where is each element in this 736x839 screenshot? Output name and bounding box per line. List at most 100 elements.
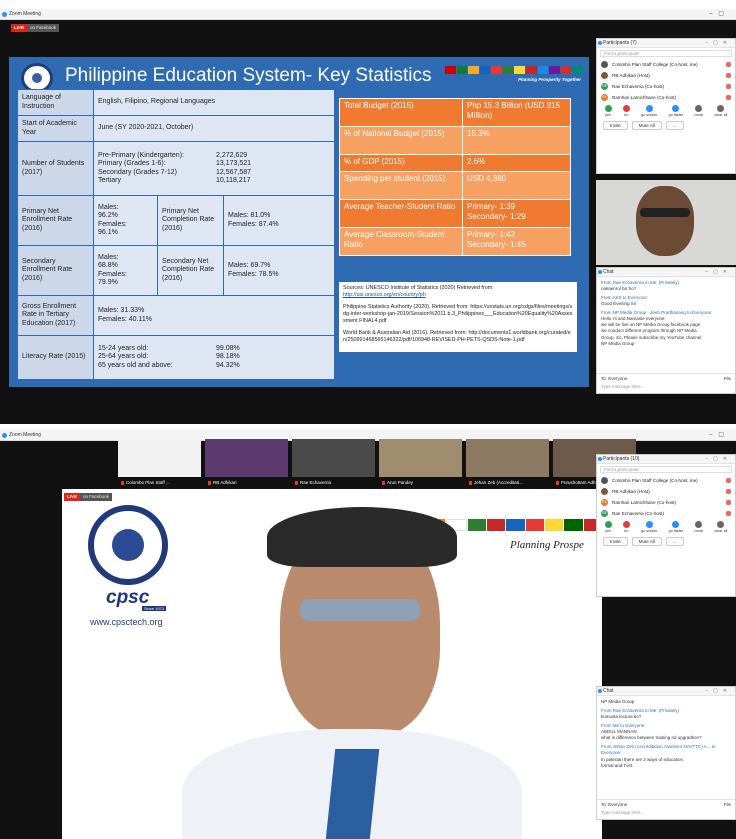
live-badge[interactable]: LIVE on Facebook bbox=[11, 24, 60, 32]
nonverbal-yes-button[interactable]: yes bbox=[604, 521, 612, 533]
participant-row[interactable]: RE Rae Echaverria (Co-host) bbox=[597, 508, 735, 519]
nonverbal-more-button[interactable]: more bbox=[694, 105, 703, 117]
source-text: Sources: UNESCO Institute of Statistics … bbox=[343, 285, 494, 291]
budget-label: Average Classroom-Student Ratio bbox=[339, 227, 463, 256]
control-label: no bbox=[624, 113, 629, 117]
live-target: on Facebook bbox=[80, 493, 113, 501]
panel-window-controls[interactable]: –▢✕ bbox=[705, 687, 732, 696]
speaker-video-tile[interactable] bbox=[596, 180, 736, 265]
participant-video-thumbnail[interactable] bbox=[466, 439, 549, 477]
more-button[interactable]: ... bbox=[665, 537, 684, 546]
level-value: 2,272,629 bbox=[216, 151, 248, 159]
nonverbal-yes-button[interactable]: yes bbox=[604, 105, 612, 117]
feedback-icon bbox=[695, 521, 703, 528]
chat-text: kumusta lecture ko? bbox=[601, 714, 642, 720]
mute-all-button[interactable]: Mute All bbox=[631, 121, 662, 130]
mic-muted-icon[interactable] bbox=[726, 478, 731, 483]
participant-video-thumbnail[interactable] bbox=[292, 439, 375, 477]
panel-window-controls[interactable]: –▢✕ bbox=[705, 455, 732, 464]
nonverbal-go-faster-button[interactable]: go faster bbox=[668, 521, 683, 533]
nonverbal-go-slower-button[interactable]: go slower bbox=[641, 105, 657, 117]
chat-recipient-select[interactable]: To: Everyone bbox=[601, 802, 627, 807]
source-link[interactable]: http://uis.unesco.org/en/country/ph bbox=[343, 292, 426, 298]
feedback-icon bbox=[645, 105, 653, 112]
mic-muted-icon bbox=[295, 480, 298, 485]
participant-row[interactable]: RB Adhikari (Host) bbox=[597, 70, 735, 81]
stat-label: Primary Net Enrollment Rate (2016) bbox=[17, 195, 94, 246]
nonverbal-clear-all-button[interactable]: clear all bbox=[714, 105, 727, 117]
source-text: Philippine Statistics Authority (2020). … bbox=[343, 304, 573, 325]
mic-muted-icon[interactable] bbox=[726, 73, 731, 78]
control-label: go faster bbox=[668, 529, 684, 533]
avatar bbox=[601, 61, 608, 68]
level-label: Pre-Primary (Kindergarten): bbox=[98, 151, 184, 159]
participant-video-thumbnail[interactable] bbox=[379, 439, 462, 477]
nonverbal-clear-all-button[interactable]: clear all bbox=[714, 521, 727, 533]
zoom-logo-icon bbox=[2, 433, 7, 438]
slide-tagline: Planning Prosperity Together bbox=[518, 77, 581, 82]
window-controls[interactable]: –▢ bbox=[709, 9, 730, 20]
nonverbal-no-button[interactable]: no bbox=[622, 521, 630, 533]
nonverbal-go-slower-button[interactable]: go slower bbox=[641, 521, 657, 533]
budget-table: Total Budget (2015) Php 15.3 Billion (USD… bbox=[339, 98, 571, 256]
participants-header: Participants (10) –▢✕ bbox=[597, 455, 735, 464]
invite-button[interactable]: Invite bbox=[603, 537, 628, 546]
age-label: 65 years old and above: bbox=[98, 361, 173, 369]
budget-label: Spending per student (2015) bbox=[339, 171, 463, 200]
participant-row[interactable]: RL Ramhari Lamichhane (Co-host) bbox=[597, 497, 735, 508]
participant-name: RB Adhikari (Host) bbox=[612, 489, 650, 494]
participant-row[interactable]: RL Ramhari Lamichhane (Co-host) bbox=[597, 92, 735, 103]
file-button[interactable]: File bbox=[724, 802, 731, 807]
control-label: clear all bbox=[714, 113, 728, 117]
mic-muted-icon[interactable] bbox=[726, 489, 731, 494]
nonverbal-more-button[interactable]: more bbox=[694, 521, 703, 533]
budget-value: 15.3% bbox=[462, 126, 571, 155]
participant-row[interactable]: RE Rae Echaverria (Co-host) bbox=[597, 81, 735, 92]
chat-text: Good Evening Sir bbox=[601, 301, 637, 307]
participant-row[interactable]: Colombo Plan Staff College (Co-host, me) bbox=[597, 59, 735, 70]
participant-name: RB Adhikari (Host) bbox=[612, 73, 650, 78]
participant-search-input[interactable]: Find a participant bbox=[600, 50, 732, 57]
stat-label: Literacy Rate (2015) bbox=[17, 335, 94, 380]
participant-row[interactable]: RB Adhikari (Host) bbox=[597, 486, 735, 497]
mic-muted-icon[interactable] bbox=[726, 511, 731, 516]
chat-recipient-select[interactable]: To: Everyone bbox=[601, 376, 627, 381]
live-badge[interactable]: LIVE on Facebook bbox=[64, 493, 113, 501]
more-button[interactable]: ... bbox=[665, 121, 684, 130]
mic-muted-icon[interactable] bbox=[726, 62, 731, 67]
participant-row[interactable]: Colombo Plan Staff College (Co-host, me) bbox=[597, 475, 735, 486]
panel-window-controls[interactable]: –▢✕ bbox=[705, 39, 732, 48]
mic-muted-icon[interactable] bbox=[726, 84, 731, 89]
budget-value: USD 4,380 bbox=[462, 171, 571, 200]
live-label: LIVE bbox=[64, 493, 81, 501]
thumbnail-label: Purushottam Adh... bbox=[561, 480, 600, 485]
participant-search-input[interactable]: Find a participant bbox=[600, 466, 732, 473]
control-label: go slower bbox=[641, 529, 658, 533]
participant-name: Colombo Plan Staff College (Co-host, me) bbox=[612, 62, 698, 67]
participant-video-thumbnail[interactable] bbox=[205, 439, 288, 477]
nonverbal-go-faster-button[interactable]: go faster bbox=[668, 105, 683, 117]
mic-muted-icon[interactable] bbox=[726, 500, 731, 505]
mic-muted-icon[interactable] bbox=[726, 95, 731, 100]
participants-panel: Participants (10) –▢✕ Find a participant … bbox=[596, 454, 736, 597]
invite-button[interactable]: Invite bbox=[603, 121, 628, 130]
participant-video-thumbnail[interactable] bbox=[118, 439, 201, 477]
control-label: more bbox=[694, 529, 704, 533]
budget-label: Average Teacher-Student Ratio bbox=[339, 199, 463, 228]
nonverbal-no-button[interactable]: no bbox=[622, 105, 630, 117]
panel-window-controls[interactable]: –▢✕ bbox=[705, 268, 732, 277]
chat-header: Chat –▢✕ bbox=[597, 687, 735, 696]
window-controls[interactable]: –▢ bbox=[709, 430, 730, 441]
file-button[interactable]: File bbox=[724, 376, 731, 381]
stat-value: Males: 81.0% Females: 87.4% bbox=[223, 195, 335, 246]
mute-all-button[interactable]: Mute All bbox=[631, 537, 662, 546]
chat-text: nakaenrol ba 'ko? bbox=[601, 286, 637, 292]
chat-message-input[interactable]: Type message here... bbox=[601, 384, 731, 389]
avatar bbox=[601, 72, 608, 79]
chat-message-input[interactable]: Type message here... bbox=[601, 810, 731, 815]
chat-header: Chat –▢✕ bbox=[597, 268, 735, 277]
thumbnail-name: Arun Pandey bbox=[382, 478, 413, 487]
avatar: RE bbox=[601, 83, 608, 90]
mic-muted-icon bbox=[208, 480, 211, 485]
chat-message: From AKS to Everyone: Good Evening Sir bbox=[601, 295, 731, 307]
